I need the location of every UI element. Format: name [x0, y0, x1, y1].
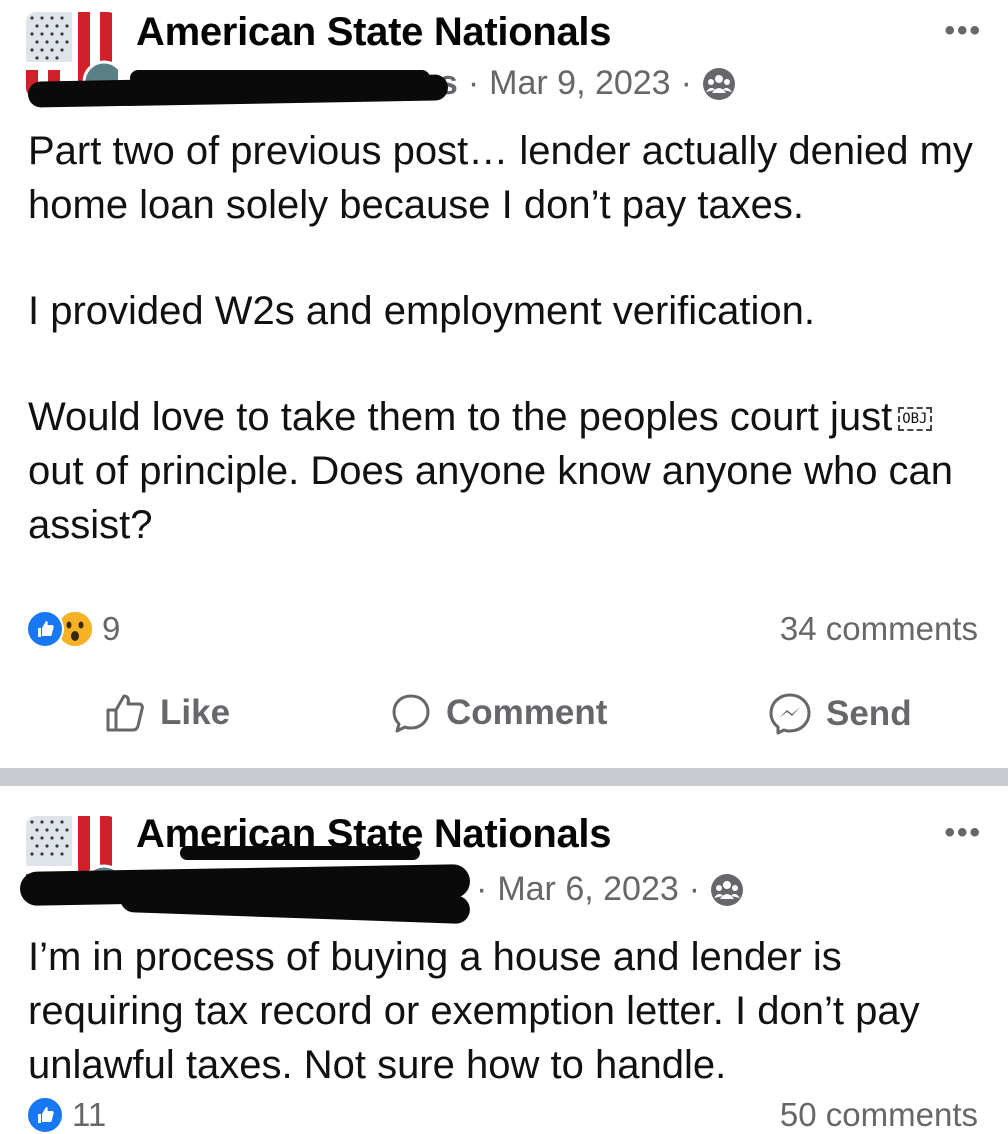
post-date[interactable]: Mar 6, 2023	[497, 870, 678, 909]
post-paragraph-part: out of principle. Does anyone know anyon…	[28, 449, 954, 547]
like-reaction-icon	[26, 610, 64, 648]
meta-separator: ·	[680, 64, 692, 102]
post-body: Part two of previous post… lender actual…	[28, 124, 978, 552]
post-2: American State Nationals ••• · Mar 6, 20…	[0, 786, 1008, 1134]
group-icon	[710, 873, 744, 907]
thumbs-up-icon	[106, 694, 144, 732]
reaction-summary[interactable]: 11	[26, 1096, 106, 1134]
comment-count[interactable]: 34 comments	[780, 610, 978, 648]
comment-bubble-icon	[392, 694, 430, 733]
post-paragraph: Would love to take them to the peoples c…	[28, 390, 978, 552]
post-divider	[0, 768, 1008, 786]
like-button[interactable]: Like	[104, 692, 230, 734]
reaction-summary[interactable]: 9	[26, 610, 120, 648]
post-date[interactable]: Mar 9, 2023	[489, 64, 670, 103]
send-button[interactable]: Send	[768, 692, 912, 736]
meta-separator: ·	[688, 870, 701, 908]
comment-button[interactable]: Comment	[390, 692, 607, 734]
meta-separator: ·	[476, 870, 488, 908]
post-paragraph: I provided W2s and employment verificati…	[28, 289, 816, 333]
post-meta: es · Mar 9, 2023 ·	[420, 64, 736, 103]
comment-label: Comment	[446, 693, 608, 732]
meta-separator: ·	[467, 64, 480, 102]
post-paragraph: I’m in process of buying a house and len…	[28, 935, 920, 1087]
like-reaction-icon	[26, 1096, 64, 1134]
send-label: Send	[826, 694, 912, 733]
reaction-count: 9	[102, 610, 121, 647]
group-name[interactable]: American State Nationals	[136, 10, 611, 55]
object-placeholder-icon: OBJ	[898, 407, 932, 432]
redaction-mark	[180, 846, 420, 860]
redaction-mark	[130, 70, 430, 86]
group-icon	[702, 67, 736, 101]
more-options-button[interactable]: •••	[944, 816, 982, 850]
post-meta: · Mar 6, 2023 ·	[476, 870, 744, 909]
post-paragraph: Part two of previous post… lender actual…	[28, 129, 973, 227]
more-options-button[interactable]: •••	[944, 14, 982, 48]
messenger-icon	[769, 693, 811, 735]
post-paragraph-part: Would love to take them to the peoples c…	[28, 395, 893, 439]
post-body: I’m in process of buying a house and len…	[28, 930, 978, 1092]
reaction-count: 11	[72, 1096, 107, 1133]
comment-count[interactable]: 50 comments	[780, 1096, 978, 1134]
post-actions-bar: Like Comment Send	[0, 684, 1008, 744]
post-1: American State Nationals ••• es · Mar 9,…	[0, 0, 1008, 768]
like-label: Like	[160, 693, 231, 732]
